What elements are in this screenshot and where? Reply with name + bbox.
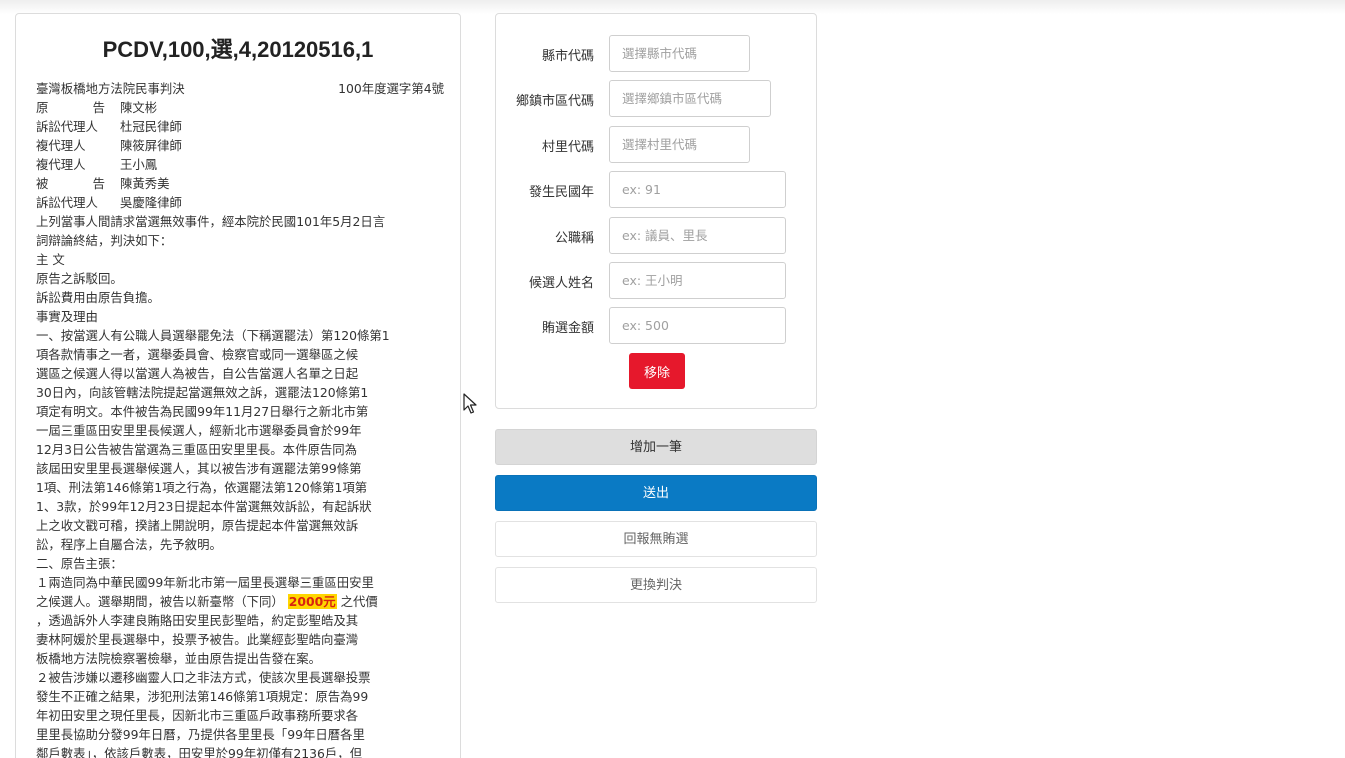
party-row: 訴訟代理人 杜冠民律師: [36, 117, 446, 136]
field-label: 發生民國年: [528, 185, 594, 200]
judgment-line: 訟，程序上自屬合法，先予敘明。: [36, 537, 222, 552]
judgment-line: ２被告涉嫌以遷移幽靈人口之非法方式，使該次里長選舉投票: [36, 670, 371, 685]
judgment-line: 上之收文戳可稽，揆諸上開說明，原告提起本件當選無效訴: [36, 518, 359, 533]
hl-after: 之代價: [340, 594, 378, 609]
party-name: 吳慶隆律師: [120, 195, 182, 210]
party-row: 訴訟代理人 吳慶隆律師: [36, 193, 446, 212]
judgment-line: 上列當事人間請求當選無效事件，經本院於民國101年5月2日言: [36, 214, 386, 229]
judgment-line: 里里長協助分發99年日曆，乃提供各里里長「99年日曆各里: [36, 727, 365, 742]
judgment-line: 項定有明文。本件被告為民國99年11月27日舉行之新北市第: [36, 404, 369, 419]
judgment-line: 一屆三重區田安里里長候選人，經新北市選舉委員會於99年: [36, 423, 362, 438]
judgment-line: １兩造同為中華民國99年新北市第一屆里長選舉三重區田安里: [36, 575, 374, 590]
field-input[interactable]: [609, 126, 750, 163]
judgment-line: ，透過訴外人李建良賄賂田安里民彭聖皓，約定彭聖皓及其: [36, 613, 359, 628]
judgment-line: 年初田安里之現任里長，因新北市三重區戶政事務所要求各: [36, 708, 359, 723]
submit-button[interactable]: 送出: [495, 475, 817, 511]
party-role: 訴訟代理人: [36, 117, 120, 136]
judgment-line: 1、3款，於99年12月23日提起本件當選無效訴訟，有起訴狀: [36, 499, 372, 514]
party-name: 陳文彬: [120, 100, 158, 115]
bribery-form: 移除 縣市代碼鄉鎮市區代碼村里代碼發生民國年公職稱候選人姓名賄選金額: [495, 13, 817, 409]
party-role-part: 原: [36, 100, 49, 115]
judgment-line: 事實及理由: [36, 309, 98, 324]
judgment-line: 妻林阿媛於里長選舉中，投票予被告。此業經彭聖皓向臺灣: [36, 632, 359, 647]
judgment-line: 1項、刑法第146條第1項之行為，依選罷法第120條第1項第: [36, 480, 368, 495]
party-row: 原告陳文彬: [36, 98, 446, 117]
judgment-line: 原告之訴駁回。: [36, 271, 123, 286]
party-name: 陳筱屏律師: [120, 138, 182, 153]
judgment-line: 詞辯論終結，判決如下：: [36, 233, 173, 248]
party-role: 複代理人: [36, 155, 120, 174]
field-input[interactable]: [609, 80, 771, 117]
party-role-part: 訴訟代理人: [36, 195, 98, 210]
field-label: 縣市代碼: [541, 49, 594, 64]
party-row: 複代理人 陳筱屏律師: [36, 136, 446, 155]
field-input[interactable]: [609, 307, 786, 344]
court-header: 臺灣板橋地方法院民事判決 100年度選字第4號: [36, 79, 446, 98]
parties-list: 原告陳文彬 訴訟代理人 杜冠民律師 複代理人 陳筱屏律師 複代理人 王小鳳被告陳黃秀美 訴訟代…: [36, 98, 446, 212]
field-label: 村里代碼: [541, 140, 594, 155]
highlighted-line: 之候選人。選舉期間，被告以新臺幣（下同） 2000元 之代價: [36, 592, 446, 611]
court-name: 臺灣板橋地方法院民事判決: [36, 81, 185, 96]
judgment-line: 項各款情事之一者，選舉委員會、檢察官或同一選舉區之候: [36, 347, 359, 362]
party-role-part: 訴訟代理人: [36, 119, 98, 134]
field-input[interactable]: [609, 217, 786, 254]
party-role-part: 告: [92, 176, 105, 191]
party-role-part: 複代理人: [36, 157, 86, 172]
judgment-line: 鄰戶數表」，依該戶數表，田安里於99年初僅有2136戶，但: [36, 746, 363, 758]
field-label: 候選人姓名: [528, 276, 594, 291]
party-name: 杜冠民律師: [120, 119, 182, 134]
mouse-cursor-icon: [463, 393, 477, 414]
case-number: 100年度選字第4號: [338, 81, 444, 96]
party-role: 訴訟代理人: [36, 193, 120, 212]
judgment-line: 一、按當選人有公職人員選舉罷免法（下稱選罷法）第120條第1: [36, 328, 390, 343]
top-shade: [0, 0, 1345, 14]
remove-button[interactable]: 移除: [629, 353, 685, 389]
report-no-bribery-button[interactable]: 回報無賄選: [495, 521, 817, 557]
bribe-amount-highlight: 2000元: [287, 594, 337, 609]
switch-judgment-button[interactable]: 更換判決: [495, 567, 817, 603]
judgment-panel: PCDV,100,選,4,20120516,1 臺灣板橋地方法院民事判決 100…: [15, 13, 461, 758]
party-role-part: 複代理人: [36, 138, 86, 153]
judgment-line: 選區之候選人得以當選人為被告，自公告當選人名單之日起: [36, 366, 359, 381]
field-input[interactable]: [609, 171, 786, 208]
judgment-line: 發生不正確之結果，涉犯刑法第146條第1項規定：原告為99: [36, 689, 369, 704]
judgment-line: 30日內，向該管轄法院提起當選無效之訴，選罷法120條第1: [36, 385, 369, 400]
hl-before: 之候選人。選舉期間，被告以新臺幣（下同）: [36, 594, 284, 609]
judgment-title: PCDV,100,選,4,20120516,1: [102, 37, 374, 62]
judgment-line: 主 文: [36, 252, 65, 267]
add-entry-button[interactable]: 增加一筆: [495, 429, 817, 465]
field-label: 賄選金額: [541, 321, 594, 336]
judgment-text-a: 上列當事人間請求當選無效事件，經本院於民國101年5月2日言 詞辯論終結，判決如下…: [36, 212, 446, 592]
party-role-part: 被: [36, 176, 49, 191]
party-role: 被告: [36, 174, 105, 193]
judgment-line: 12月3日公告被告當選為三重區田安里里長。本件原告同為: [36, 442, 358, 457]
field-input[interactable]: [609, 262, 786, 299]
judgment-line: 二、原告主張：: [36, 556, 123, 571]
party-name: 陳黃秀美: [120, 176, 170, 191]
judgment-body: 臺灣板橋地方法院民事判決 100年度選字第4號 原告陳文彬 訴訟代理人 杜冠民律師複…: [36, 79, 446, 758]
field-label: 鄉鎮市區代碼: [515, 94, 594, 109]
party-role-part: 告: [92, 100, 105, 115]
judgment-text-b: ，透過訴外人李建良賄賂田安里民彭聖皓，約定彭聖皓及其 妻林阿媛於里長選舉中，投票予…: [36, 611, 446, 758]
field-input[interactable]: [609, 35, 750, 72]
judgment-line: 該屆田安里里長選舉候選人，其以被告涉有選罷法第99條第: [36, 461, 362, 476]
party-name: 王小鳳: [120, 157, 158, 172]
judgment-line: 板橋地方法院檢察署檢舉，並由原告提出告發在案。: [36, 651, 321, 666]
party-row: 複代理人 王小鳳: [36, 155, 446, 174]
party-role: 複代理人: [36, 136, 120, 155]
party-row: 被告陳黃秀美: [36, 174, 446, 193]
judgment-line: 訴訟費用由原告負擔。: [36, 290, 160, 305]
field-label: 公職稱: [554, 231, 594, 246]
party-role: 原告: [36, 98, 105, 117]
